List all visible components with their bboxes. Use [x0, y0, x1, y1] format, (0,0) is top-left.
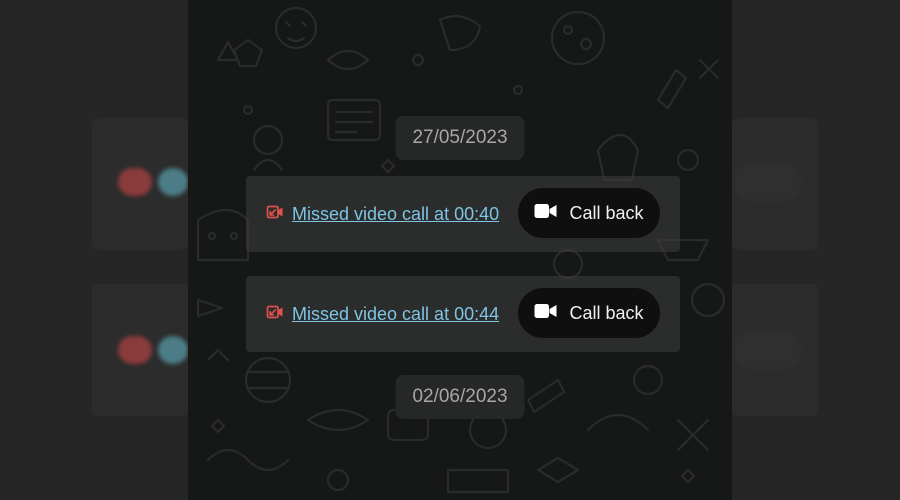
video-camera-icon — [534, 203, 557, 224]
missed-video-call-icon — [266, 204, 284, 225]
background-blur-pill — [732, 330, 802, 370]
missed-video-call-icon — [266, 304, 284, 325]
missed-call-text: Missed video call at 00:40 — [292, 203, 500, 224]
missed-call-row: Missed video call at 00:44 Call back — [246, 276, 680, 352]
missed-call-text: Missed video call at 00:44 — [292, 303, 500, 324]
date-chip: 27/05/2023 — [395, 116, 525, 160]
call-back-label: Call back — [569, 302, 644, 323]
call-back-button[interactable]: Call back — [518, 188, 660, 238]
background-right-panel — [732, 0, 900, 500]
video-camera-icon — [534, 303, 557, 324]
missed-call-link[interactable]: Missed video call at 00:44 — [266, 276, 499, 352]
call-back-button[interactable]: Call back — [518, 288, 660, 338]
background-blur-dot — [158, 336, 188, 364]
background-blur-pill — [732, 162, 802, 202]
call-back-label: Call back — [569, 202, 644, 223]
background-left-panel — [0, 0, 188, 500]
missed-call-link[interactable]: Missed video call at 00:40 — [266, 176, 499, 252]
chat-pane[interactable]: 27/05/2023 Missed video call at 00:40 Ca… — [188, 0, 732, 500]
missed-call-row: Missed video call at 00:40 Call back — [246, 176, 680, 252]
background-blur-dot — [118, 336, 152, 364]
background-blur-dot — [118, 168, 152, 196]
background-blur-dot — [158, 168, 188, 196]
date-chip: 02/06/2023 — [395, 375, 525, 419]
